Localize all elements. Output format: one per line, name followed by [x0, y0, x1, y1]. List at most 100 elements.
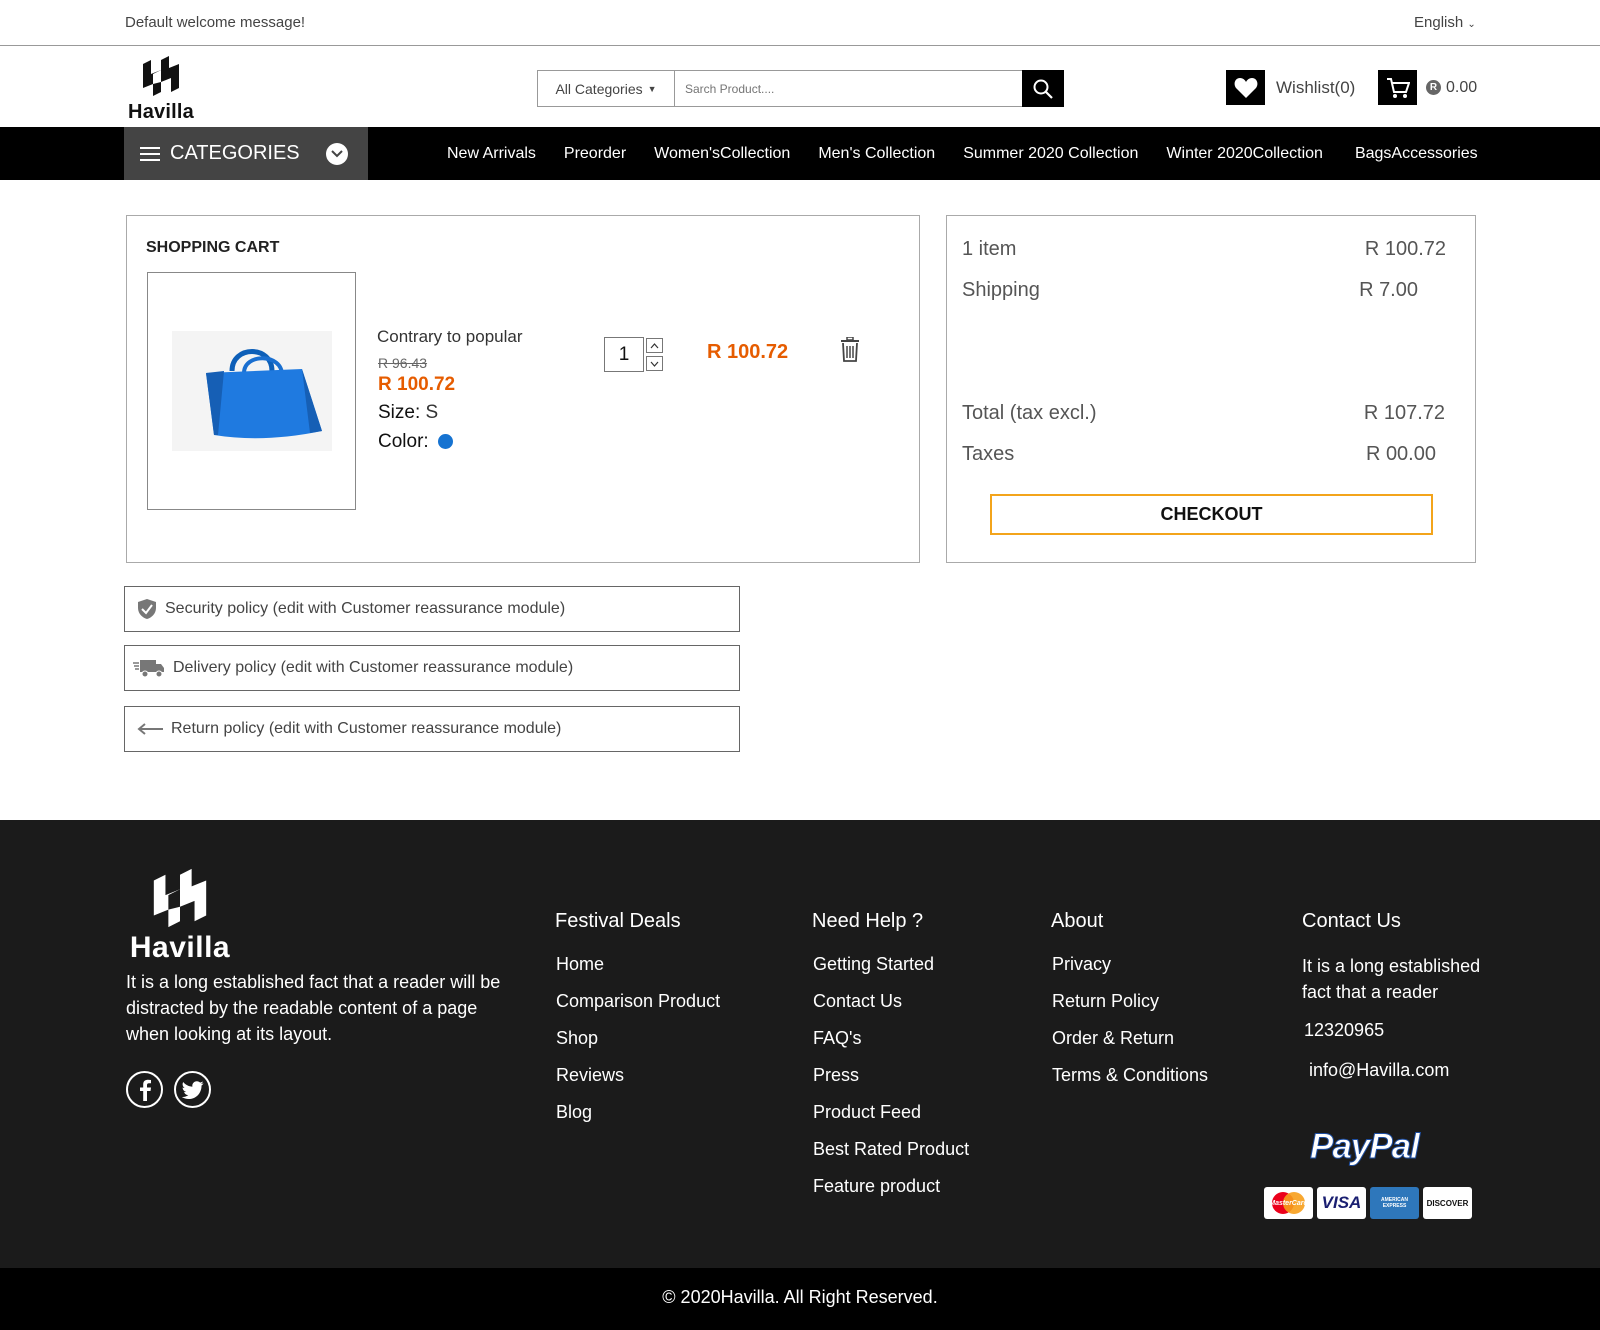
- footer-link-terms[interactable]: Terms & Conditions: [1052, 1065, 1208, 1086]
- discover-icon: DISCOVER: [1423, 1187, 1472, 1219]
- nav-link-womens[interactable]: Women'sCollection: [654, 145, 790, 163]
- visa-label: VISA: [1321, 1193, 1362, 1212]
- wishlist-icon-box: [1226, 70, 1265, 105]
- footer-link-blog[interactable]: Blog: [556, 1102, 592, 1123]
- mastercard-label: MasterCard: [1269, 1199, 1308, 1207]
- quantity-increase-button[interactable]: [646, 338, 663, 353]
- cart-link[interactable]: R 0.00: [1378, 70, 1477, 105]
- footer-link-press[interactable]: Press: [813, 1065, 859, 1086]
- product-name[interactable]: Contrary to popular: [377, 327, 523, 347]
- footer-link-getting-started[interactable]: Getting Started: [813, 954, 934, 975]
- heart-icon: [1234, 77, 1257, 98]
- payment-cards: MasterCard VISA AMERICAN EXPRESS DISCOVE…: [1264, 1187, 1472, 1219]
- site-logo[interactable]: Havilla: [126, 54, 196, 124]
- twitter-link[interactable]: [174, 1071, 211, 1108]
- shipping-value: R 7.00: [1359, 279, 1418, 301]
- footer-link-privacy[interactable]: Privacy: [1052, 954, 1111, 975]
- language-selector[interactable]: English ⌄: [1414, 14, 1476, 31]
- facebook-link[interactable]: [126, 1071, 163, 1108]
- items-count-label: 1 item: [962, 238, 1017, 260]
- footer-heading-need-help: Need Help ?: [812, 910, 924, 932]
- footer-heading-festival-deals: Festival Deals: [555, 910, 681, 932]
- footer-link-best-rated[interactable]: Best Rated Product: [813, 1139, 969, 1160]
- taxes-label: Taxes: [962, 443, 1015, 465]
- quantity-decrease-button[interactable]: [646, 356, 663, 371]
- total-label: Total (tax excl.): [962, 402, 1097, 424]
- chevron-down-icon: [650, 361, 659, 367]
- visa-icon: VISA: [1317, 1187, 1366, 1219]
- nav-link-winter[interactable]: Winter 2020Collection: [1166, 145, 1323, 163]
- nav-links: New Arrivals Preorder Women'sCollection …: [447, 145, 1478, 163]
- security-policy: Security policy (edit with Customer reas…: [124, 586, 740, 632]
- size-value: S: [425, 402, 439, 423]
- trash-icon: [841, 336, 859, 362]
- mastercard-icon: MasterCard: [1264, 1187, 1313, 1219]
- footer-link-faq[interactable]: FAQ's: [813, 1028, 861, 1049]
- footer-link-return-policy[interactable]: Return Policy: [1052, 991, 1159, 1012]
- shipping-label: Shipping: [962, 279, 1040, 301]
- nav-link-new-arrivals[interactable]: New Arrivals: [447, 145, 536, 163]
- footer-link-shop[interactable]: Shop: [556, 1028, 598, 1049]
- paypal-text: PayPal: [1310, 1127, 1421, 1167]
- remove-item-button[interactable]: [840, 336, 860, 367]
- chevron-down-icon: ⌄: [1467, 19, 1476, 30]
- search-button[interactable]: [1022, 70, 1064, 107]
- footer-logo[interactable]: Havilla: [128, 866, 232, 965]
- contact-phone[interactable]: 12320965: [1304, 1017, 1384, 1043]
- footer-link-home[interactable]: Home: [556, 954, 604, 975]
- footer-heading-contact: Contact Us: [1302, 910, 1401, 932]
- contact-email[interactable]: info@Havilla.com: [1309, 1057, 1449, 1083]
- search-category-select[interactable]: All Categories ▼: [538, 71, 675, 106]
- nav-link-bags[interactable]: BagsAccessories: [1355, 145, 1478, 163]
- discover-label: DISCOVER: [1426, 1198, 1469, 1208]
- paypal-logo: PayPal: [1310, 1127, 1421, 1167]
- footer-about: It is a long established fact that a rea…: [126, 972, 501, 1044]
- cart-title: SHOPPING CART: [146, 239, 280, 256]
- cart-icon-box: [1378, 70, 1417, 105]
- search-input[interactable]: [675, 71, 1022, 106]
- product-old-price: R 96.43: [378, 355, 428, 371]
- footer-heading-about: About: [1051, 910, 1104, 932]
- delivery-policy: Delivery policy (edit with Customer reas…: [124, 645, 740, 691]
- quantity-input[interactable]: 1: [604, 337, 644, 372]
- nav-link-preorder[interactable]: Preorder: [564, 145, 626, 163]
- search-category-label: All Categories: [555, 80, 643, 97]
- product-price: R 100.72: [378, 374, 456, 395]
- cart-icon: [1386, 77, 1410, 98]
- taxes-value: R 00.00: [1365, 443, 1436, 465]
- color-swatch: [437, 434, 453, 450]
- nav-link-summer[interactable]: Summer 2020 Collection: [963, 145, 1138, 163]
- logo-mark-icon: [143, 56, 179, 96]
- delivery-policy-text: Delivery policy (edit with Customer reas…: [173, 659, 574, 676]
- footer-link-comparison[interactable]: Comparison Product: [556, 991, 720, 1012]
- footer-link-reviews[interactable]: Reviews: [556, 1065, 624, 1086]
- size-label: Size:: [378, 402, 421, 423]
- copyright-text: © 2020Havilla. All Right Reserved.: [662, 1287, 938, 1307]
- return-policy-text: Return policy (edit with Customer reassu…: [171, 720, 562, 737]
- logo-text: Havilla: [128, 101, 194, 123]
- language-label: English: [1414, 14, 1464, 31]
- footer-link-feature-product[interactable]: Feature product: [813, 1176, 940, 1197]
- truck-icon: [133, 657, 165, 679]
- handbag-image: [171, 331, 332, 451]
- amex-icon: AMERICAN EXPRESS: [1370, 1187, 1419, 1219]
- nav-link-mens[interactable]: Men's Collection: [818, 145, 935, 163]
- categories-menu[interactable]: CATEGORIES: [124, 127, 368, 180]
- footer-link-contact-us[interactable]: Contact Us: [813, 991, 902, 1012]
- security-policy-text: Security policy (edit with Customer reas…: [165, 600, 566, 617]
- product-image[interactable]: [147, 272, 356, 510]
- chevron-up-icon: [650, 342, 659, 348]
- color-label: Color:: [378, 431, 429, 452]
- footer-link-product-feed[interactable]: Product Feed: [813, 1102, 921, 1123]
- footer-link-order-return[interactable]: Order & Return: [1052, 1028, 1174, 1049]
- chevron-down-icon: [326, 142, 348, 165]
- cart-total: 0.00: [1446, 78, 1478, 96]
- amex-label: AMERICAN EXPRESS: [1381, 1197, 1408, 1209]
- checkout-button[interactable]: CHECKOUT: [990, 494, 1433, 535]
- search-bar: All Categories ▼: [537, 70, 1064, 107]
- items-subtotal: R 100.72: [1364, 238, 1446, 260]
- caret-down-icon: ▼: [647, 83, 657, 94]
- arrow-left-icon: [137, 722, 163, 736]
- wishlist-link[interactable]: Wishlist(0): [1226, 70, 1355, 105]
- line-total: R 100.72: [707, 341, 789, 363]
